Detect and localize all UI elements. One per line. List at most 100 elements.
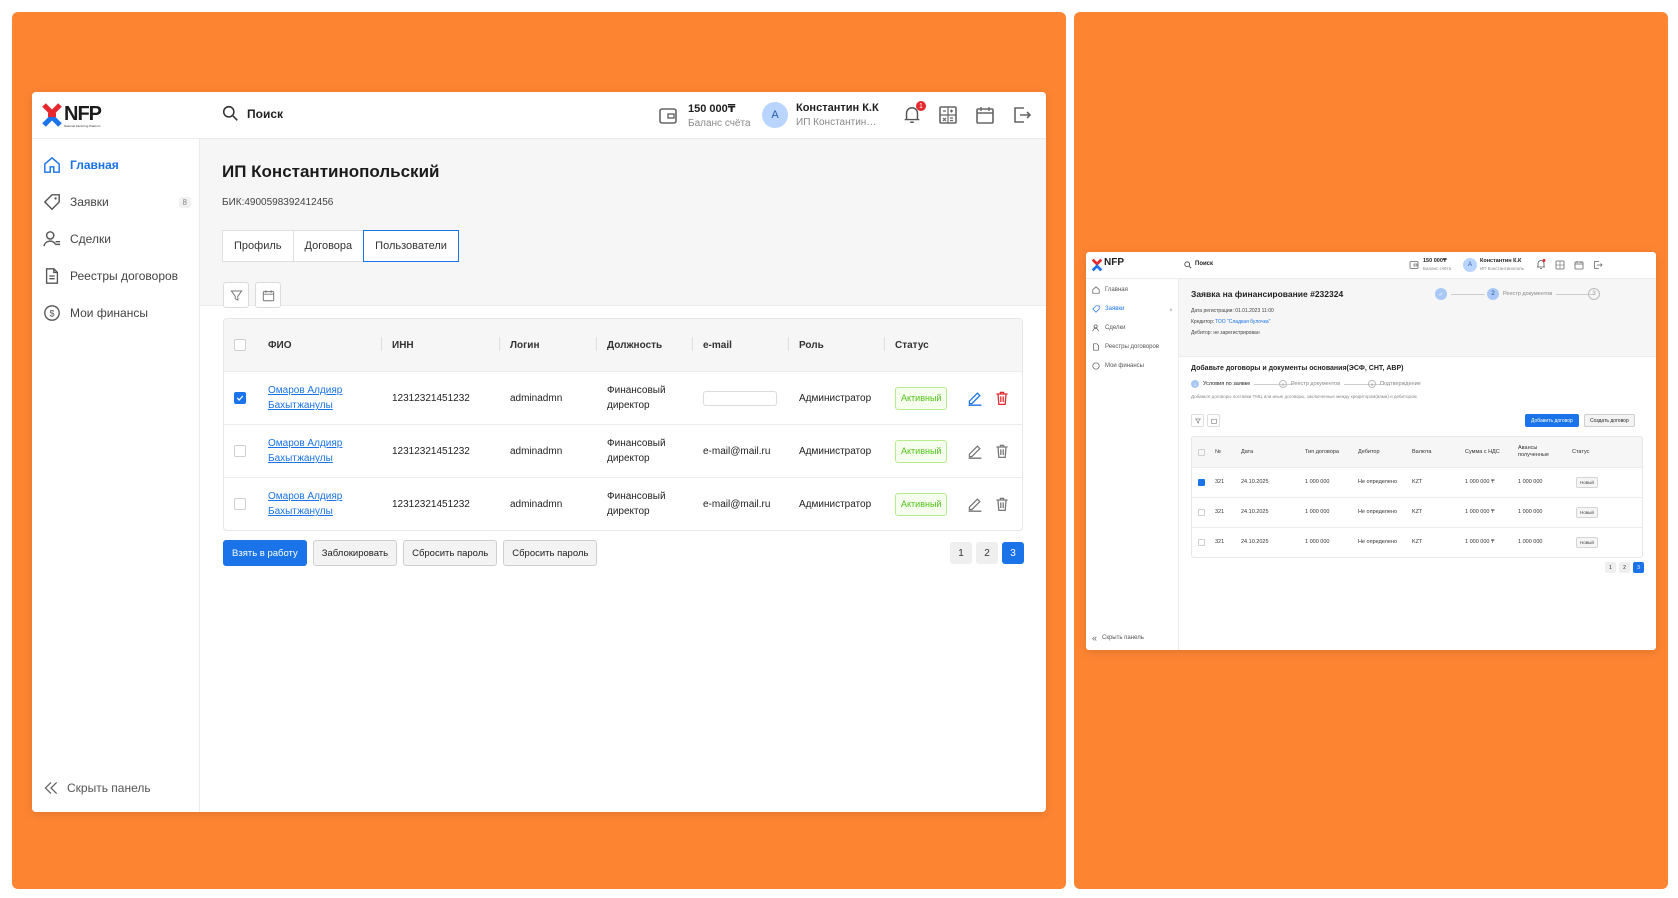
reset-password-button-2[interactable]: Сбросить пароль [503,540,598,566]
collapse-panel-button[interactable]: Скрыть панель [43,780,151,796]
mini-select-all-checkbox[interactable] [1198,448,1205,456]
tab-users[interactable]: Пользователи [363,230,459,262]
sidebar-item-requests[interactable]: Заявки 8 [43,193,191,211]
tab-profile[interactable]: Профиль [222,230,294,262]
mini-table-row[interactable]: 321 24.10.2025 1 000 000 Не определено K… [1192,467,1642,497]
page-2-button[interactable]: 2 [976,542,998,564]
brand-logo[interactable]: NFP National Factoring Platform [42,102,108,130]
take-to-work-button[interactable]: Взять в работу [223,540,307,566]
sidebar-item-finances[interactable]: $ Мои финансы [43,304,191,322]
company-header: ИП Константинопольский БИК:4900598392412… [200,139,1046,306]
mini-create-contract-button[interactable]: Создать договор [1584,414,1635,427]
date-filter-button[interactable] [255,282,281,308]
mini-creditor-link[interactable]: ТОО "Сладкая булочка" [1215,319,1270,325]
mini-nav-finances[interactable]: Мои финансы [1092,362,1172,370]
mini-avatar[interactable]: A [1463,258,1477,272]
collapse-panel-label: Скрыть панель [67,781,151,795]
mini-sidebar: Главная Заявки 8 Сделки Реестры договоров… [1086,279,1179,650]
search-label: Поиск [247,106,284,121]
edit-button[interactable] [967,478,983,530]
user-name-link[interactable]: Омаров Алдияр Бахытжанулы [268,425,342,477]
mini-add-contract-button[interactable]: Добавить договор [1525,414,1579,427]
notifications-button[interactable]: 1 [902,101,926,125]
row-checkbox[interactable] [234,498,246,510]
logout-icon [1014,107,1032,123]
sidebar-item-home[interactable]: Главная [43,156,191,174]
mini-nav-deals[interactable]: Сделки [1092,324,1172,332]
table-row[interactable]: Омаров Алдияр Бахытжанулы 12312321451232 … [224,371,1022,424]
mini-row-checkbox[interactable] [1198,539,1205,546]
sidebar-item-label: Реестры договоров [70,269,179,283]
cell-position: Финансовый директор [607,491,666,517]
mini-col-currency: Валюта [1412,448,1432,455]
mini-logout-icon[interactable] [1593,260,1603,270]
mini-row-checkbox[interactable] [1198,509,1205,516]
user-menu[interactable]: A Константин К.К ИП Константинопольский [762,102,880,128]
page-1-button[interactable]: 1 [950,542,972,564]
mini-cell-debtor: Не определено [1358,539,1398,545]
mini-nav-count: 8 [1169,306,1172,312]
email-input[interactable] [703,390,777,406]
row-checkbox[interactable] [234,392,246,404]
mini-calendar-button[interactable] [1207,414,1220,427]
mini-nav-registries[interactable]: Реестры договоров [1092,343,1172,351]
table-row[interactable]: Омаров Алдияр Бахытжанулы 12312321451232 … [224,424,1022,477]
tab-contracts[interactable]: Договора [292,230,365,262]
search-bar[interactable]: Поиск [222,105,283,122]
mini-col-date: Дата [1241,448,1254,455]
mini-page-1[interactable]: 1 [1605,562,1616,573]
mini-table-row[interactable]: 321 24.10.2025 1 000 000 Не определено K… [1192,497,1642,527]
delete-button[interactable] [994,478,1010,530]
mini-cell-currency: KZT [1412,539,1423,545]
logout-button[interactable] [1012,105,1032,125]
select-all-checkbox[interactable] [234,339,246,351]
mini-bell-icon[interactable] [1536,259,1546,270]
sidebar-item-label: Сделки [70,232,111,246]
mini-header: NFP Поиск 150 000₸ Баланс счёта A Конста… [1086,252,1656,279]
bulk-actions: Взять в работу Заблокировать Сбросить па… [223,540,598,566]
col-email: e-mail [703,339,732,351]
mini-filter-button[interactable] [1191,414,1204,427]
delete-button[interactable] [994,425,1010,477]
user-name-link[interactable]: Омаров Алдияр Бахытжанулы [268,478,342,530]
filter-button[interactable] [223,282,249,308]
mini-search-label[interactable]: Поиск [1195,261,1213,267]
user-company: ИП Константинопольский [796,117,880,128]
user-name-link[interactable]: Омаров Алдияр Бахытжанулы [268,372,342,424]
page-3-button[interactable]: 3 [1002,542,1024,564]
edit-button[interactable] [967,372,983,424]
calendar-button[interactable] [975,105,995,125]
reset-password-button[interactable]: Сбросить пароль [403,540,498,566]
mini-calculator-icon[interactable] [1555,260,1565,270]
table-row[interactable]: Омаров Алдияр Бахытжанулы 12312321451232 … [224,477,1022,530]
edit-button[interactable] [967,425,983,477]
mini-nav-home[interactable]: Главная [1092,286,1172,294]
filter-icon [229,289,243,301]
calendar-icon [262,289,274,301]
dollar-icon: $ [44,305,60,321]
mini-collapse-panel[interactable]: «Скрыть панель [1092,633,1172,643]
mini-table-row[interactable]: 321 24.10.2025 1 000 000 Не определено K… [1192,527,1642,557]
mini-col-debtor: Дебитор [1358,448,1380,455]
mini-status-badge: Новый [1576,477,1598,488]
calculator-button[interactable] [938,105,958,125]
mini-nav-requests[interactable]: Заявки 8 [1092,305,1172,313]
mini-row-checkbox[interactable] [1198,479,1205,486]
logo-tagline: National Factoring Platform [64,124,101,128]
block-button[interactable]: Заблокировать [312,540,398,566]
row-checkbox[interactable] [234,445,246,457]
mini-calendar-icon[interactable] [1574,260,1584,270]
delete-button[interactable] [994,372,1010,424]
mini-page-2[interactable]: 2 [1619,562,1630,573]
sidebar-item-deals[interactable]: Сделки [43,230,191,248]
cell-email: e-mail@mail.ru [703,498,771,510]
sidebar-item-label: Заявки [70,195,109,209]
cell-role: Администратор [799,392,872,404]
mini-cell-currency: KZT [1412,479,1423,485]
sidebar-item-registries[interactable]: Реестры договоров [43,267,191,285]
balance-widget[interactable]: 150 000₸ Баланс счёта [658,102,751,129]
mini-page-3[interactable]: 3 [1633,562,1644,573]
user-name: Константин К.К [796,102,879,114]
mini-col-type: Тип договора [1305,448,1339,455]
mini-cell-sum: 1 000 000 ₸ [1465,509,1495,515]
